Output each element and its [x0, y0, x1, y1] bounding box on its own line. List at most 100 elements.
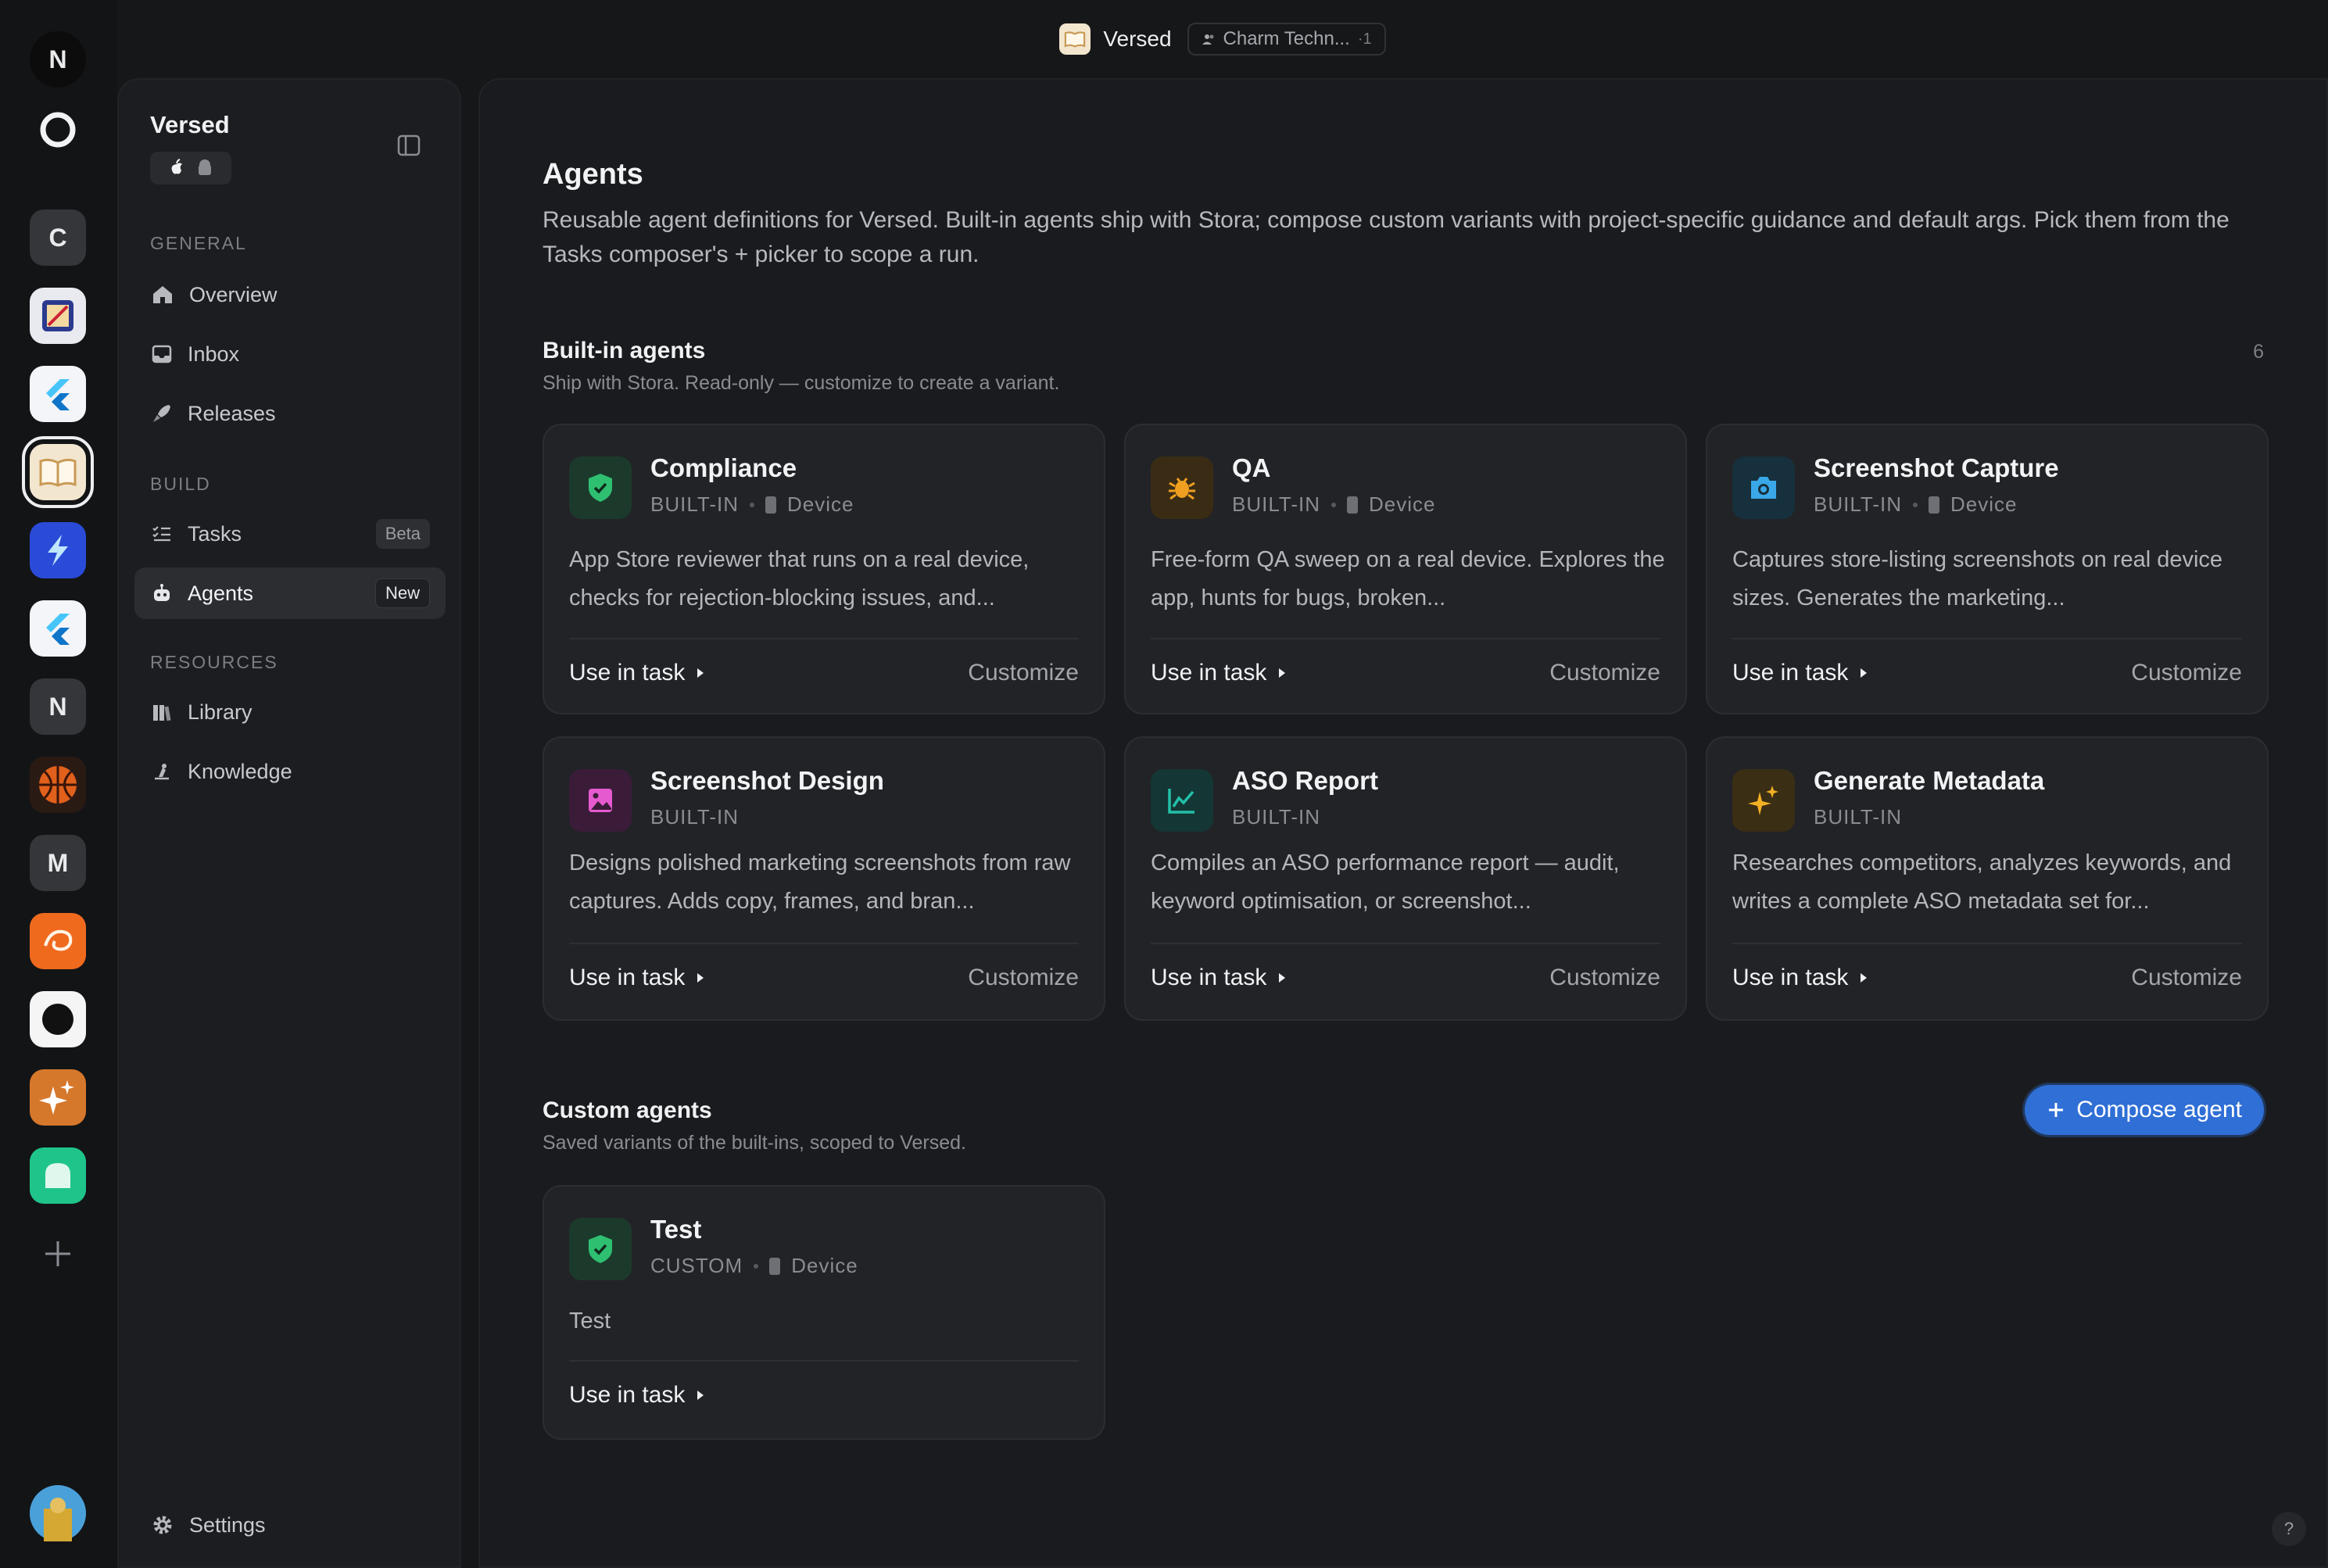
rail-label: N: [48, 45, 67, 73]
collapse-sidebar-icon[interactable]: [397, 134, 421, 160]
agent-kind: BUILT-IN: [650, 805, 739, 829]
custom-section-title: Custom agents: [543, 1097, 712, 1123]
ring-icon: [40, 112, 76, 148]
agent-name: Test: [650, 1215, 702, 1244]
nav-releases[interactable]: Releases: [134, 388, 446, 439]
app-icon-dragon[interactable]: [30, 913, 86, 969]
agent-meta: BUILT-IN Device: [1814, 492, 2017, 517]
nav-overview[interactable]: Overview: [134, 269, 446, 320]
agent-meta: CUSTOM Device: [650, 1254, 858, 1278]
app-icon-flutter-1[interactable]: [30, 366, 86, 422]
users-icon: [1202, 34, 1214, 45]
team-switcher[interactable]: Charm Techn... ·1: [1187, 23, 1386, 55]
top-bar: Versed Charm Techn... ·1: [117, 0, 2328, 78]
customize-button[interactable]: Customize: [968, 660, 1079, 686]
customize-button[interactable]: Customize: [2131, 965, 2242, 991]
nav-label: Agents: [188, 581, 254, 605]
nav-agents[interactable]: Agents New: [134, 567, 446, 619]
customize-button[interactable]: Customize: [968, 965, 1079, 991]
flutter-icon: [46, 614, 70, 645]
section-resources: RESOURCES: [150, 652, 278, 672]
device-icon: [1928, 496, 1939, 514]
user-avatar[interactable]: [30, 1485, 86, 1541]
use-in-task-button[interactable]: Use in task: [1732, 965, 1868, 991]
agent-card-aso-report[interactable]: ASO Report BUILT-IN Compiles an ASO perf…: [1124, 736, 1687, 1021]
agent-target: Device: [1368, 492, 1436, 516]
nav-knowledge[interactable]: Knowledge: [134, 746, 446, 797]
app-icon-versed[interactable]: [22, 436, 94, 508]
inbox-icon: [152, 345, 172, 363]
customize-button[interactable]: Customize: [1549, 660, 1660, 686]
agent-meta: BUILT-IN: [650, 805, 739, 829]
agent-kind: BUILT-IN: [1232, 805, 1320, 829]
device-icon: [1346, 496, 1358, 514]
app-shape-icon: [45, 1163, 70, 1188]
section-build: BUILD: [150, 474, 211, 494]
compose-agent-button[interactable]: Compose agent: [2025, 1085, 2264, 1135]
customize-button[interactable]: Customize: [1549, 965, 1660, 991]
nav-tasks[interactable]: Tasks Beta: [134, 508, 446, 560]
sparkle-icon: [39, 1080, 74, 1115]
add-app-button[interactable]: [30, 1226, 86, 1282]
use-in-task-button[interactable]: Use in task: [569, 660, 705, 686]
rail-label: N: [48, 692, 67, 721]
app-icon-sketch[interactable]: [30, 288, 86, 344]
app-icon-sparkle[interactable]: [30, 1069, 86, 1126]
beta-badge: Beta: [375, 519, 430, 549]
app-icon-n2[interactable]: N: [30, 678, 86, 735]
use-label: Use in task: [1732, 965, 1849, 990]
team-name: Charm Techn...: [1223, 28, 1350, 49]
app-icon-bolt[interactable]: [30, 522, 86, 578]
nav-library[interactable]: Library: [134, 686, 446, 738]
agent-card-generate-metadata[interactable]: Generate Metadata BUILT-IN Researches co…: [1706, 736, 2269, 1021]
help-button[interactable]: ?: [2272, 1512, 2306, 1546]
top-app-switcher[interactable]: Versed: [1059, 23, 1172, 55]
agent-name: ASO Report: [1232, 766, 1379, 795]
new-badge: New: [374, 578, 430, 608]
separator-dot: [1912, 502, 1918, 507]
card-divider: [569, 943, 1079, 944]
use-label: Use in task: [569, 660, 686, 686]
use-in-task-button[interactable]: Use in task: [1151, 660, 1287, 686]
main-panel: Agents Reusable agent definitions for Ve…: [478, 78, 2328, 1568]
project-name: Versed: [150, 111, 230, 138]
shield-check-icon: [569, 1218, 632, 1280]
nav-label: Releases: [188, 401, 276, 425]
agent-card-test[interactable]: Test CUSTOM Device Test Use in task: [543, 1185, 1105, 1440]
use-label: Use in task: [1151, 965, 1267, 990]
use-in-task-button[interactable]: Use in task: [569, 1382, 705, 1409]
app-icon-basketball[interactable]: [30, 757, 86, 813]
app-icon-ring[interactable]: [30, 102, 86, 158]
use-in-task-button[interactable]: Use in task: [1732, 660, 1868, 686]
builtin-section-subtitle: Ship with Stora. Read-only — customize t…: [543, 372, 1060, 394]
caret-right-icon: [1279, 973, 1286, 983]
agent-card-compliance[interactable]: Compliance BUILT-IN Device App Store rev…: [543, 424, 1105, 714]
customize-button[interactable]: Customize: [2131, 660, 2242, 686]
home-icon: [153, 286, 172, 303]
platform-badges: [150, 152, 231, 184]
basketball-icon: [39, 766, 77, 804]
caret-right-icon: [1861, 973, 1868, 983]
agent-card-qa[interactable]: QA BUILT-IN Device Free-form QA sweep on…: [1124, 424, 1687, 714]
separator-dot: [754, 1263, 759, 1269]
agent-card-screenshot-design[interactable]: Screenshot Design BUILT-IN Designs polis…: [543, 736, 1105, 1021]
use-in-task-button[interactable]: Use in task: [569, 965, 705, 991]
agent-kind: BUILT-IN: [650, 492, 739, 516]
caret-right-icon: [1279, 668, 1286, 678]
rail-label: C: [48, 223, 67, 252]
agent-description: App Store reviewer that runs on a real d…: [569, 547, 1030, 610]
nav-inbox[interactable]: Inbox: [134, 328, 446, 380]
nav-settings[interactable]: Settings: [134, 1499, 446, 1551]
app-icon-c[interactable]: C: [30, 209, 86, 266]
app-icon-green[interactable]: [30, 1147, 86, 1204]
agent-card-screenshot-capture[interactable]: Screenshot Capture BUILT-IN Device Captu…: [1706, 424, 2269, 714]
app-icon-m[interactable]: M: [30, 835, 86, 891]
agent-name: Generate Metadata: [1814, 766, 2045, 795]
use-in-task-button[interactable]: Use in task: [1151, 965, 1287, 991]
app-icon-flutter-2[interactable]: [30, 600, 86, 657]
book-icon: [1059, 23, 1091, 55]
app-icon-n[interactable]: N: [30, 31, 86, 88]
agent-name: Compliance: [650, 453, 797, 482]
app-icon-circle[interactable]: [30, 991, 86, 1047]
agent-description: Compiles an ASO performance report — aud…: [1151, 850, 1620, 914]
